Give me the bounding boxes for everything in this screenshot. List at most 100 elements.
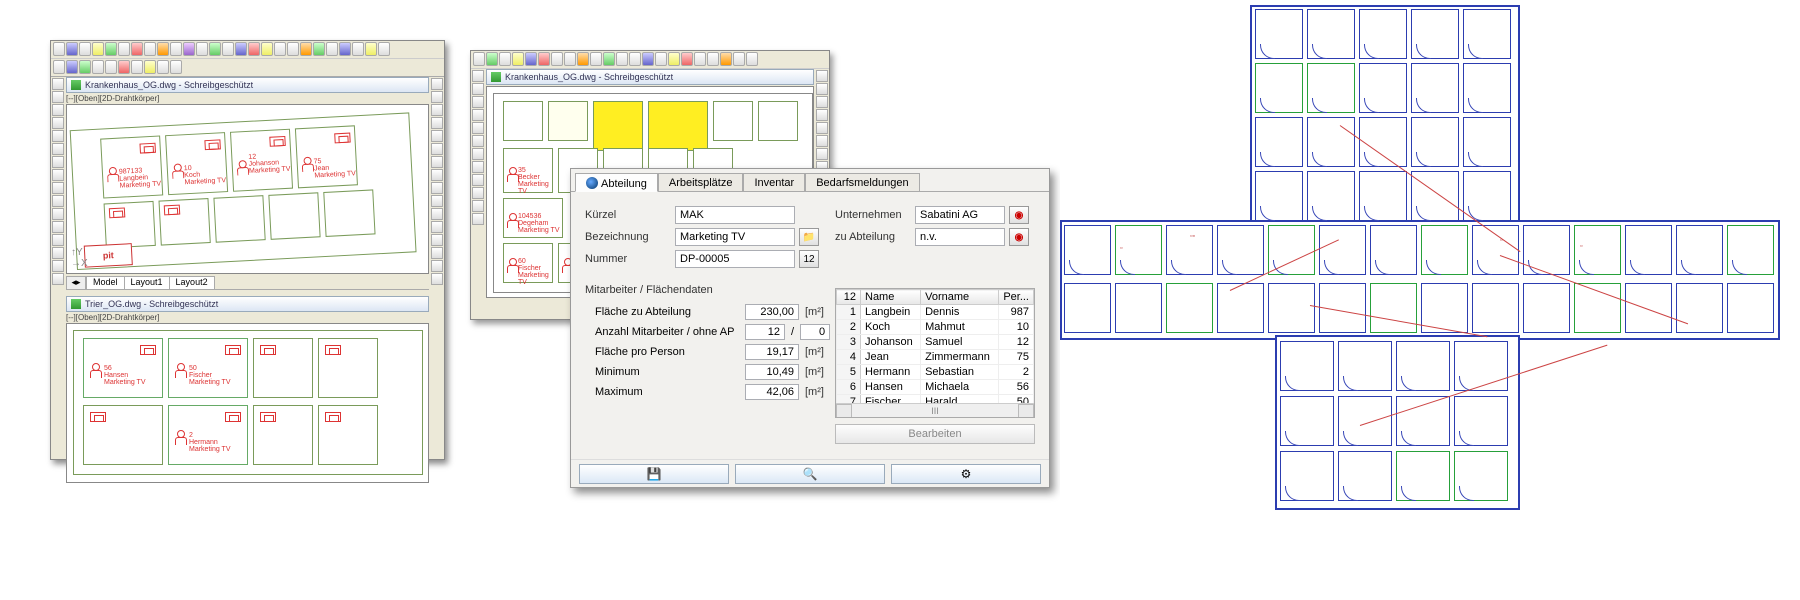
side-tool-icon[interactable] — [52, 182, 64, 194]
tab-model[interactable]: Model — [86, 276, 125, 289]
side-tool-icon[interactable] — [431, 169, 443, 181]
side-tool-icon[interactable] — [431, 104, 443, 116]
side-tool-icon[interactable] — [816, 109, 828, 121]
side-tool-icon[interactable] — [816, 70, 828, 82]
side-tool-icon[interactable] — [431, 143, 443, 155]
side-tool-icon[interactable] — [431, 234, 443, 246]
tool-icon[interactable] — [144, 60, 156, 74]
side-tool-icon[interactable] — [431, 260, 443, 272]
tool-icon[interactable] — [157, 60, 169, 74]
tool-icon[interactable] — [486, 52, 498, 66]
side-tool-icon[interactable] — [816, 122, 828, 134]
tool-icon[interactable] — [538, 52, 550, 66]
tool-icon[interactable] — [248, 42, 260, 56]
big-floorplan[interactable]: ▫ ▫▫ ▫ ▫ — [1060, 5, 1780, 510]
side-tool-icon[interactable] — [52, 273, 64, 285]
tool-icon[interactable] — [144, 42, 156, 56]
tool-icon[interactable] — [209, 42, 221, 56]
col-per[interactable]: Per... — [999, 290, 1034, 305]
tool-icon[interactable] — [564, 52, 576, 66]
tool-icon[interactable] — [378, 42, 390, 56]
tool-icon[interactable] — [66, 60, 78, 74]
tool-icon[interactable] — [105, 60, 117, 74]
tab-abteilung[interactable]: Abteilung — [575, 173, 658, 192]
tool-icon[interactable] — [655, 52, 667, 66]
side-tool-icon[interactable] — [52, 130, 64, 142]
tool-icon[interactable] — [313, 42, 325, 56]
clear-icon[interactable]: ◉ — [1009, 228, 1029, 246]
side-tool-icon[interactable] — [431, 195, 443, 207]
side-tool-icon[interactable] — [472, 83, 484, 95]
tool-icon[interactable] — [196, 42, 208, 56]
tool-icon[interactable] — [222, 42, 234, 56]
table-row[interactable]: 5HermannSebastian2 — [837, 365, 1034, 380]
col-count[interactable]: 12 — [837, 290, 861, 305]
tool-icon[interactable] — [499, 52, 511, 66]
tool-icon[interactable] — [720, 52, 732, 66]
bezeichnung-input[interactable] — [675, 228, 795, 246]
tool-icon[interactable] — [339, 42, 351, 56]
tool-icon[interactable] — [616, 52, 628, 66]
tool-icon[interactable] — [92, 42, 104, 56]
tool-icon[interactable] — [300, 42, 312, 56]
tool-icon[interactable] — [642, 52, 654, 66]
side-tool-icon[interactable] — [472, 161, 484, 173]
tool-icon[interactable] — [525, 52, 537, 66]
side-tool-icon[interactable] — [431, 130, 443, 142]
kuerzel-input[interactable] — [675, 206, 795, 224]
table-row[interactable]: 6HansenMichaela56 — [837, 380, 1034, 395]
tool-icon[interactable] — [681, 52, 693, 66]
side-tool-icon[interactable] — [472, 148, 484, 160]
side-tool-icon[interactable] — [52, 78, 64, 90]
tool-icon[interactable] — [746, 52, 758, 66]
tool-icon[interactable] — [53, 60, 65, 74]
tool-icon[interactable] — [92, 60, 104, 74]
side-tool-icon[interactable] — [52, 234, 64, 246]
tool-icon[interactable] — [352, 42, 364, 56]
side-tool-icon[interactable] — [472, 109, 484, 121]
number-picker-icon[interactable]: 12 — [799, 250, 819, 268]
side-tool-icon[interactable] — [52, 195, 64, 207]
side-tool-icon[interactable] — [816, 96, 828, 108]
tab-bedarfsmeldungen[interactable]: Bedarfsmeldungen — [805, 173, 919, 192]
side-tool-icon[interactable] — [52, 247, 64, 259]
tool-icon[interactable] — [79, 60, 91, 74]
tool-icon[interactable] — [512, 52, 524, 66]
tab-inventar[interactable]: Inventar — [743, 173, 805, 192]
side-tool-icon[interactable] — [52, 260, 64, 272]
side-tool-icon[interactable] — [472, 213, 484, 225]
table-row[interactable]: 2KochMahmut10 — [837, 320, 1034, 335]
side-tool-icon[interactable] — [52, 169, 64, 181]
tool-icon[interactable] — [66, 42, 78, 56]
side-tool-icon[interactable] — [52, 221, 64, 233]
side-tool-icon[interactable] — [52, 143, 64, 155]
tool-icon[interactable] — [577, 52, 589, 66]
side-tool-icon[interactable] — [472, 200, 484, 212]
col-name[interactable]: Name — [861, 290, 921, 305]
search-button[interactable]: 🔍 — [735, 464, 885, 484]
tool-icon[interactable] — [707, 52, 719, 66]
tool-icon[interactable] — [668, 52, 680, 66]
side-tool-icon[interactable] — [431, 156, 443, 168]
side-tool-icon[interactable] — [472, 174, 484, 186]
side-tool-icon[interactable] — [431, 273, 443, 285]
tool-icon[interactable] — [53, 42, 65, 56]
side-tool-icon[interactable] — [472, 135, 484, 147]
tool-icon[interactable] — [183, 42, 195, 56]
side-tool-icon[interactable] — [431, 208, 443, 220]
unternehmen-input[interactable] — [915, 206, 1005, 224]
table-row[interactable]: 1LangbeinDennis987 — [837, 305, 1034, 320]
side-tool-icon[interactable] — [816, 148, 828, 160]
col-vorname[interactable]: Vorname — [921, 290, 999, 305]
doc1-canvas[interactable]: 987133LangbeinMarketing TV 10KochMarketi… — [66, 104, 429, 274]
side-tool-icon[interactable] — [52, 117, 64, 129]
tab-layout2[interactable]: Layout2 — [169, 276, 215, 289]
tool-icon[interactable] — [157, 42, 169, 56]
tool-icon[interactable] — [105, 42, 117, 56]
grid-scrollbar[interactable]: III — [836, 403, 1034, 417]
tool-icon[interactable] — [590, 52, 602, 66]
tool-icon[interactable] — [131, 60, 143, 74]
tool-icon[interactable] — [326, 42, 338, 56]
tool-icon[interactable] — [603, 52, 615, 66]
side-tool-icon[interactable] — [816, 135, 828, 147]
